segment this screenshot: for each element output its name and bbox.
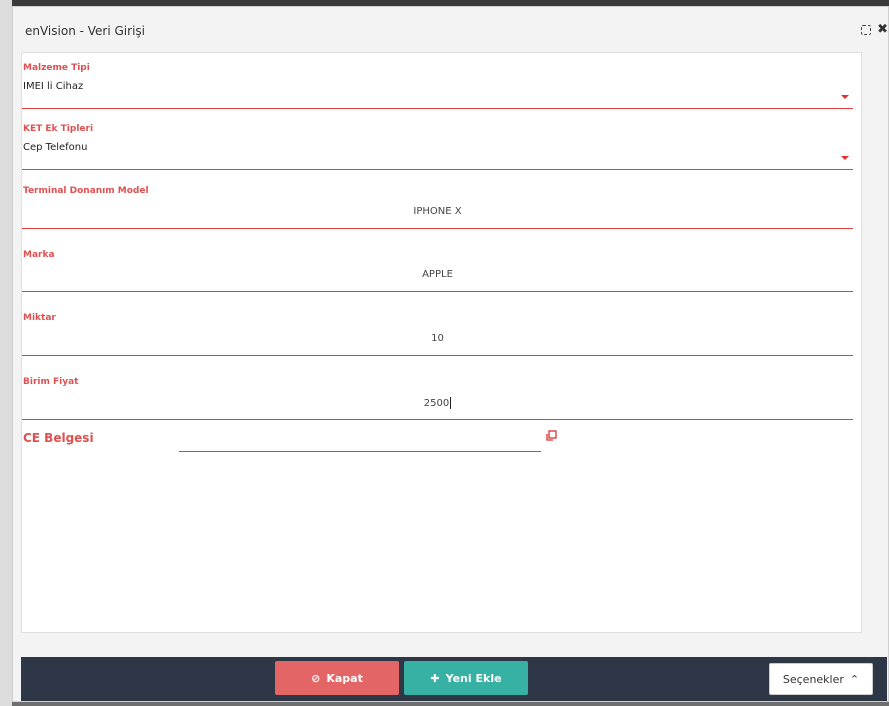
dialog-footer: ⊘ Kapat ✚ Yeni Ekle Seçenekler ⌃ (21, 657, 887, 701)
open-popup-icon[interactable] (545, 430, 557, 442)
ket-types-label: KET Ek Tipleri (23, 124, 94, 134)
background-page-strip (0, 0, 12, 706)
close-button[interactable]: ⊘ Kapat (275, 661, 399, 695)
options-button[interactable]: Seçenekler ⌃ (769, 663, 873, 695)
data-entry-dialog: enVision - Veri Girişi ✖ Malzeme Tipi IM… (12, 6, 889, 702)
chevron-down-icon[interactable] (841, 95, 849, 99)
title-controls: ✖ (861, 23, 888, 36)
chevron-up-icon: ⌃ (849, 672, 860, 686)
close-button-label: Kapat (326, 671, 363, 685)
chevron-down-icon[interactable] (841, 156, 849, 160)
maximize-icon[interactable] (861, 25, 872, 35)
ket-types-value: Cep Telefonu (23, 142, 88, 153)
quantity-field[interactable]: Miktar 10 (22, 301, 853, 356)
terminal-model-value: IPHONE X (413, 206, 462, 217)
quantity-value: 10 (431, 333, 444, 344)
add-new-button[interactable]: ✚ Yeni Ekle (404, 661, 528, 695)
unit-price-value: 2500 (423, 398, 450, 409)
material-type-label: Malzeme Tipi (23, 63, 90, 73)
material-type-value: IMEI li Cihaz (23, 81, 84, 92)
unit-price-value-wrap: 2500 (22, 397, 853, 409)
ce-certificate-label: CE Belgesi (23, 431, 94, 445)
brand-value: APPLE (422, 269, 453, 280)
options-button-label: Seçenekler (782, 672, 844, 686)
text-cursor (450, 397, 452, 409)
add-new-button-label: Yeni Ekle (445, 671, 502, 685)
material-type-select[interactable]: Malzeme Tipi IMEI li Cihaz (22, 59, 853, 109)
plus-icon: ✚ (430, 671, 440, 685)
form-panel: Malzeme Tipi IMEI li Cihaz KET Ek Tipler… (21, 52, 862, 633)
brand-label: Marka (23, 250, 55, 260)
quantity-label: Miktar (23, 313, 56, 323)
brand-field[interactable]: Marka APPLE (22, 237, 853, 292)
terminal-model-field[interactable]: Terminal Donanım Model IPHONE X (22, 178, 853, 229)
ce-certificate-input[interactable] (179, 445, 541, 452)
ban-icon: ⊘ (311, 671, 321, 685)
terminal-model-label: Terminal Donanım Model (23, 186, 149, 196)
dialog-title: enVision - Veri Girişi (25, 24, 145, 38)
ket-types-select[interactable]: KET Ek Tipleri Cep Telefonu (22, 119, 853, 170)
unit-price-field[interactable]: Birim Fiyat 2500 (22, 365, 853, 420)
unit-price-label: Birim Fiyat (23, 377, 79, 387)
close-icon[interactable]: ✖ (877, 23, 888, 36)
